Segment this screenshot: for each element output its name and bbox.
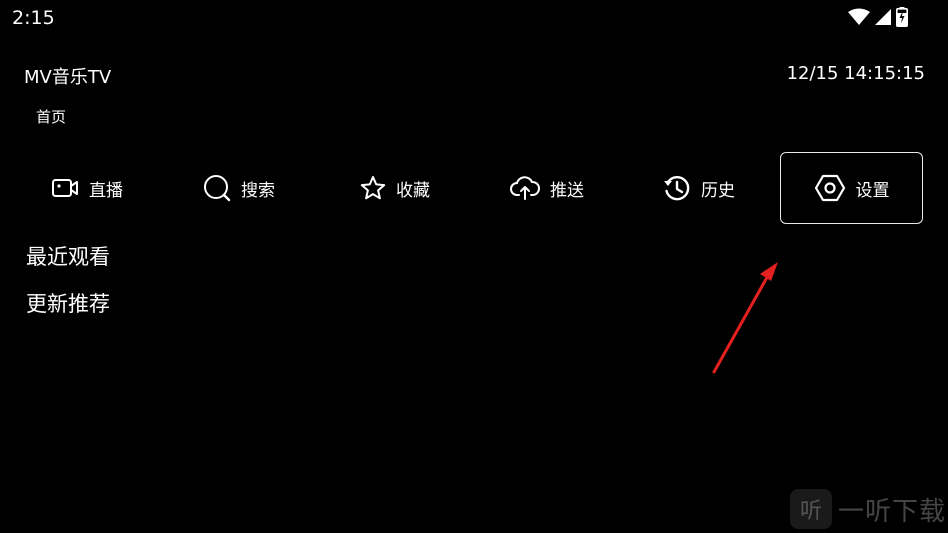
annotation-arrow — [712, 262, 778, 374]
watermark: 听 一听下载 — [789, 489, 946, 529]
watermark-text: 一听下载 — [837, 496, 946, 527]
watermark-logo: 听 — [789, 489, 832, 529]
